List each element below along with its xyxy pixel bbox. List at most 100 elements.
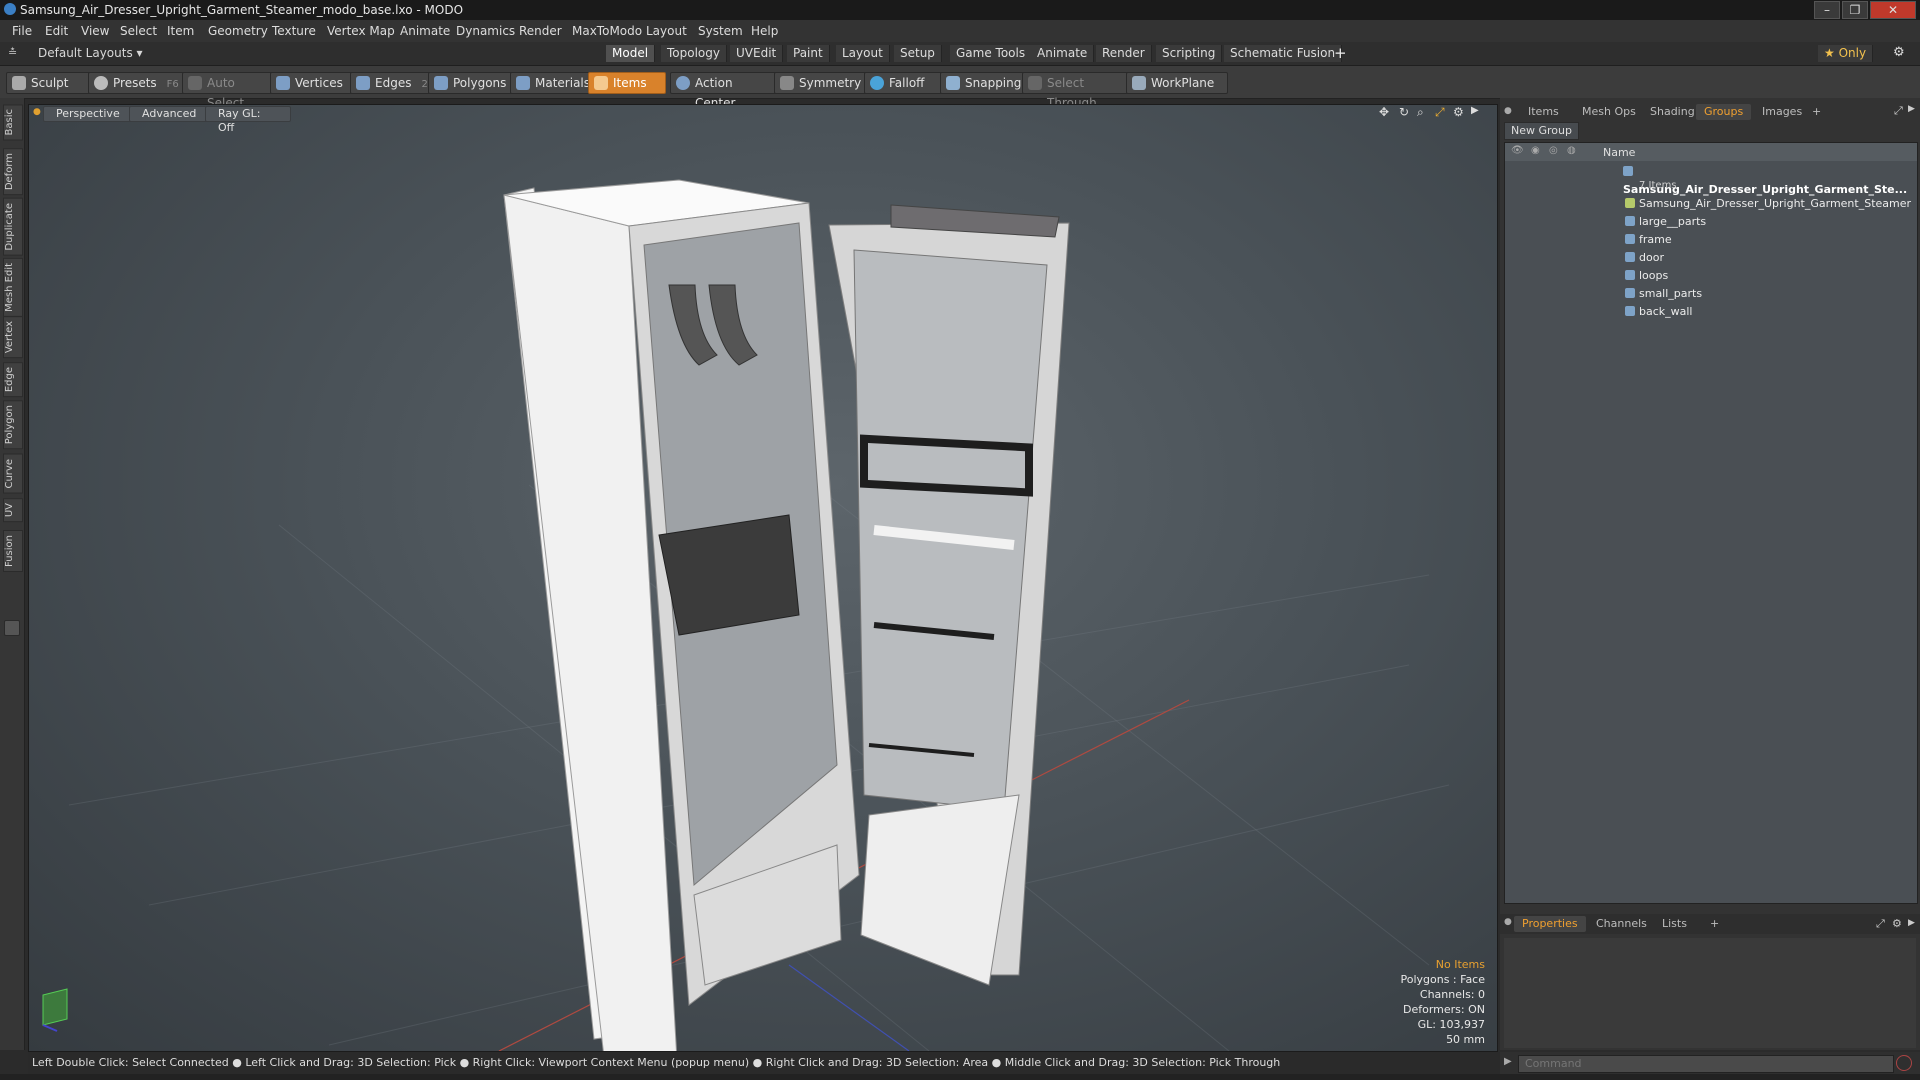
properties-arrow-icon[interactable]: ▶ bbox=[1908, 918, 1915, 928]
tab-schematic-fusion[interactable]: Schematic Fusion bbox=[1224, 45, 1343, 62]
menu-render[interactable]: Render bbox=[519, 24, 562, 38]
sculpt-button[interactable]: Sculpt bbox=[6, 72, 90, 94]
move-view-icon[interactable]: ✥ bbox=[1379, 105, 1389, 119]
only-toggle[interactable]: ★ Only bbox=[1818, 45, 1874, 62]
command-stop-icon[interactable] bbox=[1896, 1055, 1912, 1071]
tree-row-child[interactable]: door bbox=[1505, 249, 1917, 267]
fit-view-icon[interactable]: ⤢ bbox=[1435, 105, 1445, 120]
tab-channels[interactable]: Channels bbox=[1588, 916, 1655, 932]
menu-select[interactable]: Select bbox=[120, 24, 157, 38]
add-panel-tab-button[interactable]: + bbox=[1804, 104, 1829, 120]
tree-row-child[interactable]: Samsung_Air_Dresser_Upright_Garment_Stea… bbox=[1505, 195, 1917, 213]
vtab-edge[interactable]: Edge bbox=[3, 362, 23, 398]
menu-geometry[interactable]: Geometry bbox=[208, 24, 268, 38]
zoom-view-icon[interactable]: ⌕ bbox=[1417, 105, 1424, 120]
tab-images[interactable]: Images bbox=[1754, 104, 1810, 120]
lock-column-icon[interactable]: ◎ bbox=[1549, 145, 1559, 156]
layout-collapse-icon[interactable]: ≛ bbox=[8, 46, 17, 59]
gear-icon[interactable]: ⚙ bbox=[1893, 45, 1905, 60]
tree-row-child[interactable]: large__parts bbox=[1505, 213, 1917, 231]
panel-toggle-button[interactable] bbox=[4, 620, 20, 636]
vertices-button[interactable]: Vertices1 bbox=[270, 72, 362, 94]
tab-groups[interactable]: Groups bbox=[1696, 104, 1752, 120]
tab-mesh-ops[interactable]: Mesh Ops bbox=[1574, 104, 1644, 120]
tree-row-child[interactable]: loops bbox=[1505, 267, 1917, 285]
maximize-button[interactable]: ❐ bbox=[1842, 1, 1868, 19]
visibility-column-icon[interactable]: 👁 bbox=[1511, 145, 1524, 156]
minimize-button[interactable]: – bbox=[1814, 1, 1840, 19]
tab-scripting[interactable]: Scripting bbox=[1156, 45, 1223, 62]
menu-edit[interactable]: Edit bbox=[45, 24, 68, 38]
vtab-duplicate[interactable]: Duplicate bbox=[3, 198, 23, 256]
menu-texture[interactable]: Texture bbox=[272, 24, 316, 38]
materials-button[interactable]: Materials bbox=[510, 72, 592, 94]
tree-row-child[interactable]: frame bbox=[1505, 231, 1917, 249]
menu-item[interactable]: Item bbox=[167, 24, 194, 38]
auto-select-button[interactable]: Auto Select bbox=[182, 72, 278, 110]
tab-lists[interactable]: Lists bbox=[1654, 916, 1695, 932]
menu-view[interactable]: View bbox=[81, 24, 109, 38]
layout-selector[interactable]: Default Layouts ▾ bbox=[38, 46, 143, 60]
tab-game-tools[interactable]: Game Tools bbox=[950, 45, 1033, 62]
tab-layout[interactable]: Layout bbox=[836, 45, 890, 62]
select-column-icon[interactable]: ◍ bbox=[1567, 145, 1577, 156]
tree-row-child[interactable]: small_parts bbox=[1505, 285, 1917, 303]
tab-setup[interactable]: Setup bbox=[894, 45, 942, 62]
rotate-view-icon[interactable]: ↻ bbox=[1399, 105, 1409, 119]
vtab-fusion[interactable]: Fusion bbox=[3, 530, 23, 572]
tab-topology[interactable]: Topology bbox=[661, 45, 727, 62]
viewport-scene[interactable] bbox=[29, 105, 1497, 1051]
panel-arrow-icon[interactable]: ▶ bbox=[1908, 104, 1915, 114]
menu-animate[interactable]: Animate bbox=[400, 24, 450, 38]
vtab-basic[interactable]: Basic bbox=[3, 104, 23, 141]
add-properties-tab-button[interactable]: + bbox=[1702, 916, 1727, 932]
tab-properties[interactable]: Properties bbox=[1514, 916, 1586, 932]
menu-file[interactable]: File bbox=[12, 24, 32, 38]
menu-maxtomodo[interactable]: MaxToModo bbox=[572, 24, 642, 38]
polygons-button[interactable]: Polygons bbox=[428, 72, 520, 94]
menu-system[interactable]: System bbox=[698, 24, 743, 38]
viewport-expand-icon[interactable]: ▶ bbox=[1471, 105, 1479, 116]
tab-uvedit[interactable]: UVEdit bbox=[730, 45, 784, 62]
add-tab-button[interactable]: + bbox=[1334, 44, 1347, 62]
tab-shading[interactable]: Shading bbox=[1642, 104, 1703, 120]
tab-model[interactable]: Model bbox=[606, 45, 656, 62]
falloff-button[interactable]: Falloff bbox=[864, 72, 942, 94]
tree-row-child[interactable]: back_wall bbox=[1505, 303, 1917, 321]
edges-button[interactable]: Edges 2 bbox=[350, 72, 436, 94]
viewport-settings-icon[interactable]: ⚙ bbox=[1453, 105, 1464, 119]
raygl-toggle[interactable]: Ray GL: Off bbox=[205, 106, 291, 134]
properties-menu-icon[interactable]: ● bbox=[1504, 917, 1512, 927]
vtab-polygon[interactable]: Polygon bbox=[3, 400, 23, 450]
tab-render[interactable]: Render bbox=[1096, 45, 1152, 62]
menu-dynamics[interactable]: Dynamics bbox=[456, 24, 515, 38]
tab-items[interactable]: Items bbox=[1520, 104, 1567, 120]
items-button[interactable]: Items bbox=[588, 72, 666, 94]
workplane-button[interactable]: WorkPlane bbox=[1126, 72, 1228, 94]
command-input[interactable] bbox=[1518, 1055, 1894, 1073]
vtab-deform[interactable]: Deform bbox=[3, 148, 23, 196]
new-group-button[interactable]: New Group bbox=[1504, 122, 1579, 140]
menu-help[interactable]: Help bbox=[751, 24, 778, 38]
properties-gear-icon[interactable]: ⚙ bbox=[1892, 917, 1902, 930]
action-center-button[interactable]: Action Center bbox=[670, 72, 782, 110]
close-button[interactable]: ✕ bbox=[1870, 1, 1916, 19]
vtab-mesh-edit[interactable]: Mesh Edit bbox=[3, 258, 23, 317]
vtab-uv[interactable]: UV bbox=[3, 498, 23, 523]
menu-vertex-map[interactable]: Vertex Map bbox=[327, 24, 395, 38]
symmetry-button[interactable]: Symmetry bbox=[774, 72, 866, 94]
vtab-curve[interactable]: Curve bbox=[3, 454, 23, 494]
render-column-icon[interactable]: ◉ bbox=[1531, 145, 1541, 156]
panel-menu-icon[interactable]: ● bbox=[1504, 106, 1512, 116]
tab-paint[interactable]: Paint bbox=[787, 45, 830, 62]
3d-viewport[interactable]: ● Perspective Advanced Ray GL: Off ✥ ↻ ⌕… bbox=[28, 104, 1498, 1052]
command-history-icon[interactable]: ▶ bbox=[1504, 1056, 1512, 1067]
viewport-menu-icon[interactable]: ● bbox=[33, 107, 41, 117]
shading-mode-dropdown[interactable]: Advanced bbox=[129, 106, 215, 122]
vtab-vertex[interactable]: Vertex bbox=[3, 316, 23, 359]
properties-expand-icon[interactable]: ⤢ bbox=[1876, 917, 1885, 931]
tab-animate[interactable]: Animate bbox=[1031, 45, 1095, 62]
menu-layout[interactable]: Layout bbox=[646, 24, 687, 38]
view-mode-dropdown[interactable]: Perspective bbox=[43, 106, 133, 122]
panel-expand-icon[interactable]: ⤢ bbox=[1894, 104, 1903, 118]
